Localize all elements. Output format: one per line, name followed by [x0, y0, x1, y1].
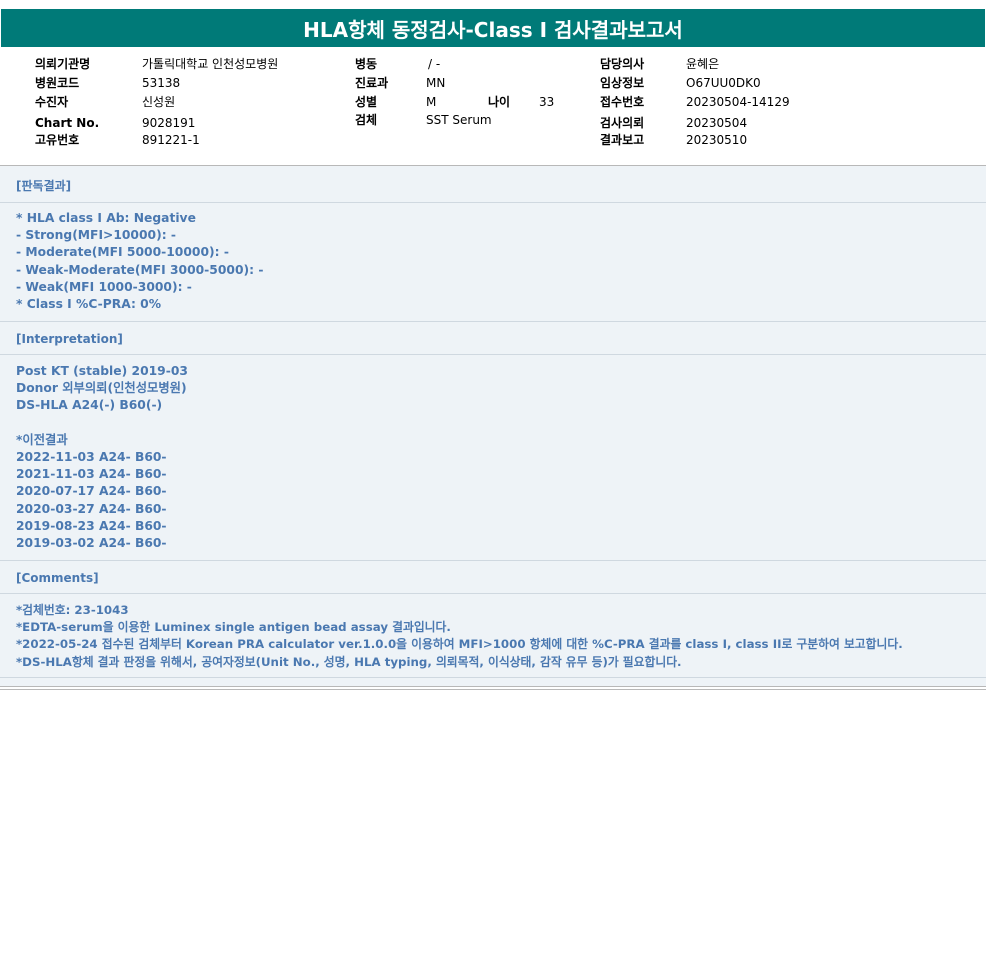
specimen-value: SST Serum	[426, 113, 492, 127]
comments-section-body: *검체번호: 23-1043 *EDTA-serum을 이용한 Luminex …	[16, 602, 982, 671]
interpretation-line: *이전결과	[16, 432, 68, 447]
result-line: - Weak(MFI 1000-3000): -	[16, 279, 192, 294]
result-line: * HLA class I Ab: Negative	[16, 211, 196, 225]
sex-label: 성별	[355, 95, 378, 109]
accession-value: 20230504-14129	[686, 95, 790, 109]
accession-label: 접수번호	[600, 95, 645, 109]
comment-line: *EDTA-serum을 이용한 Luminex single antigen …	[16, 620, 451, 635]
interpretation-line: 2019-03-02 A24- B60-	[16, 535, 167, 550]
hospital-code-value: 53138	[142, 76, 181, 90]
age-label: 나이	[488, 95, 511, 109]
comment-line: *2022-05-24 접수된 검체부터 Korean PRA calculat…	[16, 637, 903, 652]
clinical-info-label: 임상정보	[600, 76, 645, 90]
physician-label: 담당의사	[600, 57, 645, 71]
result-line: * Class I %C-PRA: 0%	[16, 296, 162, 311]
interpretation-line: Donor 외부의뢰(인천성모병원)	[16, 381, 187, 396]
department-label: 진료과	[355, 76, 389, 90]
interpretation-line: 2019-08-23 A24- B60-	[16, 518, 167, 533]
patient-name-label: 수진자	[35, 95, 69, 109]
report-title: HLA항체 동정검사-Class I 검사결과보고서	[1, 9, 985, 47]
report-body: [판독결과] * HLA class I Ab: Negative - Stro…	[0, 165, 986, 690]
interpretation-line: 2020-07-17 A24- B60-	[16, 484, 167, 499]
chart-no-value: 9028191	[142, 116, 196, 130]
patient-info-panel: 의뢰기관명 가톨릭대학교 인천성모병원 병원코드 53138 수진자 신성원 C…	[0, 48, 986, 164]
section-divider	[0, 677, 986, 678]
interpretation-line: DS-HLA A24(-) B60(-)	[16, 398, 163, 413]
institution-label: 의뢰기관명	[35, 57, 91, 71]
interpretation-line: Post KT (stable) 2019-03	[16, 364, 188, 378]
comment-line: *검체번호: 23-1043	[16, 603, 129, 617]
interpretation-header-text: [Interpretation]	[16, 332, 123, 346]
result-section-header: [판독결과]	[0, 166, 986, 203]
specimen-label: 검체	[355, 113, 378, 127]
unique-id-value: 891221-1	[142, 133, 200, 147]
unique-id-label: 고유번호	[35, 133, 80, 147]
clinical-info-value: O67UU0DK0	[686, 76, 761, 90]
patient-name-value: 신성원	[142, 95, 176, 109]
interpretation-line: 2021-11-03 A24- B60-	[16, 467, 167, 482]
ward-label: 병동	[355, 57, 378, 71]
interpretation-section-header: [Interpretation]	[0, 322, 986, 355]
comments-header-text: [Comments]	[16, 571, 99, 585]
result-header-text: [판독결과]	[16, 179, 72, 193]
chart-no-label: Chart No.	[35, 116, 100, 130]
sex-value: M	[426, 95, 437, 109]
result-section-body: * HLA class I Ab: Negative - Strong(MFI>…	[16, 210, 976, 313]
request-date-value: 20230504	[686, 116, 748, 130]
comments-section-header: [Comments]	[0, 561, 986, 594]
hospital-code-label: 병원코드	[35, 76, 80, 90]
interpretation-section-body: Post KT (stable) 2019-03 Donor 외부의뢰(인천성모…	[16, 363, 976, 552]
comment-line: *DS-HLA항체 결과 판정을 위해서, 공여자정보(Unit No., 성명…	[16, 654, 682, 669]
interpretation-line: 2022-11-03 A24- B60-	[16, 449, 167, 464]
request-date-label: 검사의뢰	[600, 116, 645, 130]
interpretation-line: 2020-03-27 A24- B60-	[16, 501, 167, 516]
age-value: 33	[539, 95, 555, 109]
result-line: - Strong(MFI>10000): -	[16, 228, 177, 243]
interpretation-line	[16, 415, 976, 432]
result-line: - Moderate(MFI 5000-10000): -	[16, 245, 229, 260]
result-line: - Weak-Moderate(MFI 3000-5000): -	[16, 262, 264, 277]
ward-value: / -	[428, 57, 441, 71]
department-value: MN	[426, 76, 446, 90]
report-date-label: 결과보고	[600, 133, 645, 147]
physician-value: 윤혜은	[686, 57, 720, 71]
report-date-value: 20230510	[686, 133, 748, 147]
institution-value: 가톨릭대학교 인천성모병원	[142, 57, 279, 71]
